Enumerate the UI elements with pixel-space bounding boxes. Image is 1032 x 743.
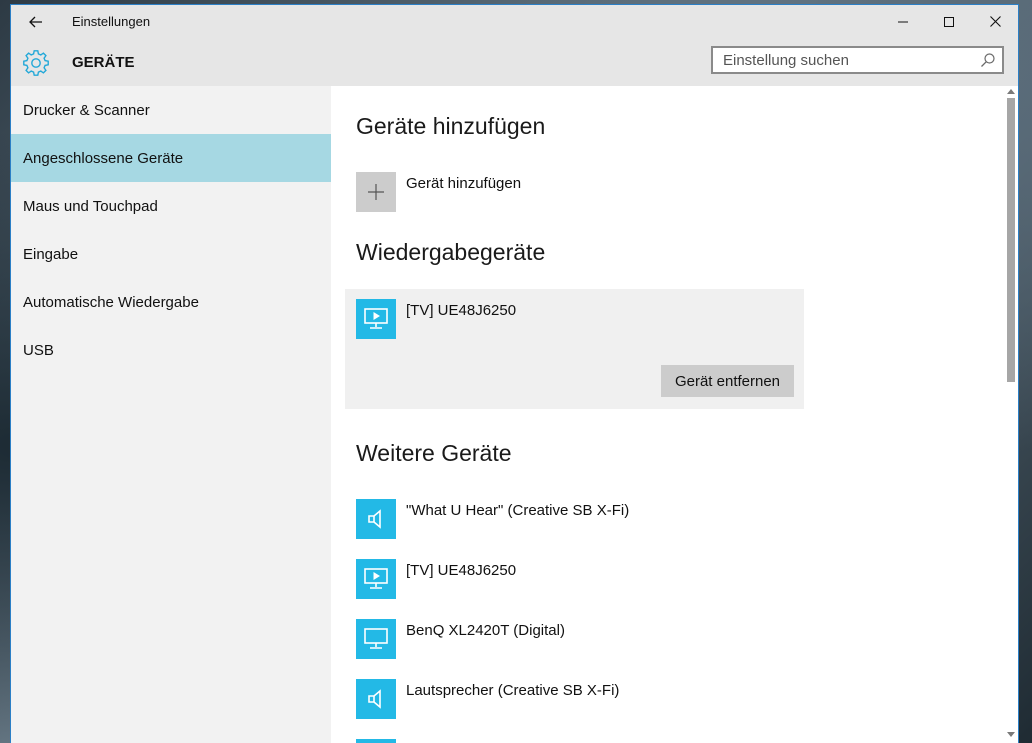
speaker-icon	[356, 679, 396, 719]
sidebar-item-usb[interactable]: USB	[11, 326, 331, 374]
other-device-label: "What U Hear" (Creative SB X-Fi)	[406, 502, 630, 519]
window-title: Einstellungen	[72, 14, 151, 29]
section-title-playback: Wiedergabegeräte	[356, 239, 546, 265]
sidebar-item-angeschlossene-geraete[interactable]: Angeschlossene Geräte	[11, 134, 331, 182]
playback-device-item[interactable]: [TV] UE48J6250 Gerät entfernen	[345, 289, 804, 409]
other-device-item[interactable]: "What U Hear" (Creative SB X-Fi)	[356, 499, 796, 547]
sidebar-item-drucker-scanner[interactable]: Drucker & Scanner	[11, 86, 331, 134]
monitor-icon	[356, 619, 396, 659]
close-icon	[989, 16, 1001, 27]
settings-window: Einstellungen GERÄTE Einstellung suchen …	[11, 5, 1018, 743]
scroll-down-arrow-icon[interactable]	[1007, 732, 1015, 737]
plus-icon	[368, 184, 384, 200]
close-button[interactable]	[972, 5, 1018, 38]
scrollbar[interactable]	[1005, 86, 1018, 743]
speaker-icon	[356, 499, 396, 539]
other-device-label: [TV] UE48J6250	[406, 562, 517, 579]
search-input[interactable]	[713, 48, 983, 72]
playback-device-label: [TV] UE48J6250	[406, 302, 517, 319]
sidebar-item-automatische-wiedergabe[interactable]: Automatische Wiedergabe	[11, 278, 331, 326]
other-device-item[interactable]: [TV] UE48J6250	[356, 559, 796, 607]
add-device-button[interactable]	[356, 172, 396, 212]
sidebar-item-eingabe[interactable]: Eingabe	[11, 230, 331, 278]
sidebar-item-label: Automatische Wiedergabe	[23, 293, 199, 311]
section-title-add: Geräte hinzufügen	[356, 113, 546, 139]
remove-device-button[interactable]: Gerät entfernen	[661, 365, 794, 397]
other-device-label: Lautsprecher (Creative SB X-Fi)	[406, 682, 620, 699]
scroll-up-arrow-icon[interactable]	[1007, 89, 1015, 94]
back-arrow-icon	[29, 16, 42, 28]
tv-icon	[356, 559, 396, 599]
tv-icon	[356, 299, 396, 339]
sidebar: Drucker & Scanner Angeschlossene Geräte …	[11, 86, 331, 743]
sidebar-item-maus-touchpad[interactable]: Maus und Touchpad	[11, 182, 331, 230]
other-device-label: BenQ XL2420T (Digital)	[406, 622, 565, 639]
section-title-other: Weitere Geräte	[356, 440, 512, 466]
sidebar-item-label: Angeschlossene Geräte	[23, 149, 184, 167]
other-device-item[interactable]: Lautsprecher (Creative SB X-Fi)	[356, 679, 796, 727]
sidebar-item-label: USB	[23, 341, 54, 359]
search-icon[interactable]	[980, 52, 996, 68]
sidebar-item-label: Eingabe	[23, 245, 79, 263]
maximize-icon	[944, 16, 954, 27]
sidebar-item-label: Maus und Touchpad	[23, 197, 158, 215]
back-button[interactable]	[23, 11, 49, 33]
sidebar-item-label: Drucker & Scanner	[23, 101, 150, 119]
page-header: GERÄTE	[11, 38, 1018, 86]
page-title: GERÄTE	[72, 54, 135, 71]
minimize-button[interactable]	[880, 5, 926, 38]
partial-device-icon	[356, 739, 396, 743]
title-bar: Einstellungen	[11, 5, 1018, 38]
add-device-label[interactable]: Gerät hinzufügen	[406, 175, 521, 192]
gear-icon	[23, 50, 49, 76]
scrollbar-thumb[interactable]	[1007, 98, 1015, 382]
main-content: Geräte hinzufügen Gerät hinzufügen Wiede…	[331, 86, 1018, 743]
minimize-icon	[898, 21, 908, 22]
search-box[interactable]	[711, 46, 1004, 74]
maximize-button[interactable]	[926, 5, 972, 38]
other-device-item[interactable]: BenQ XL2420T (Digital)	[356, 619, 796, 667]
